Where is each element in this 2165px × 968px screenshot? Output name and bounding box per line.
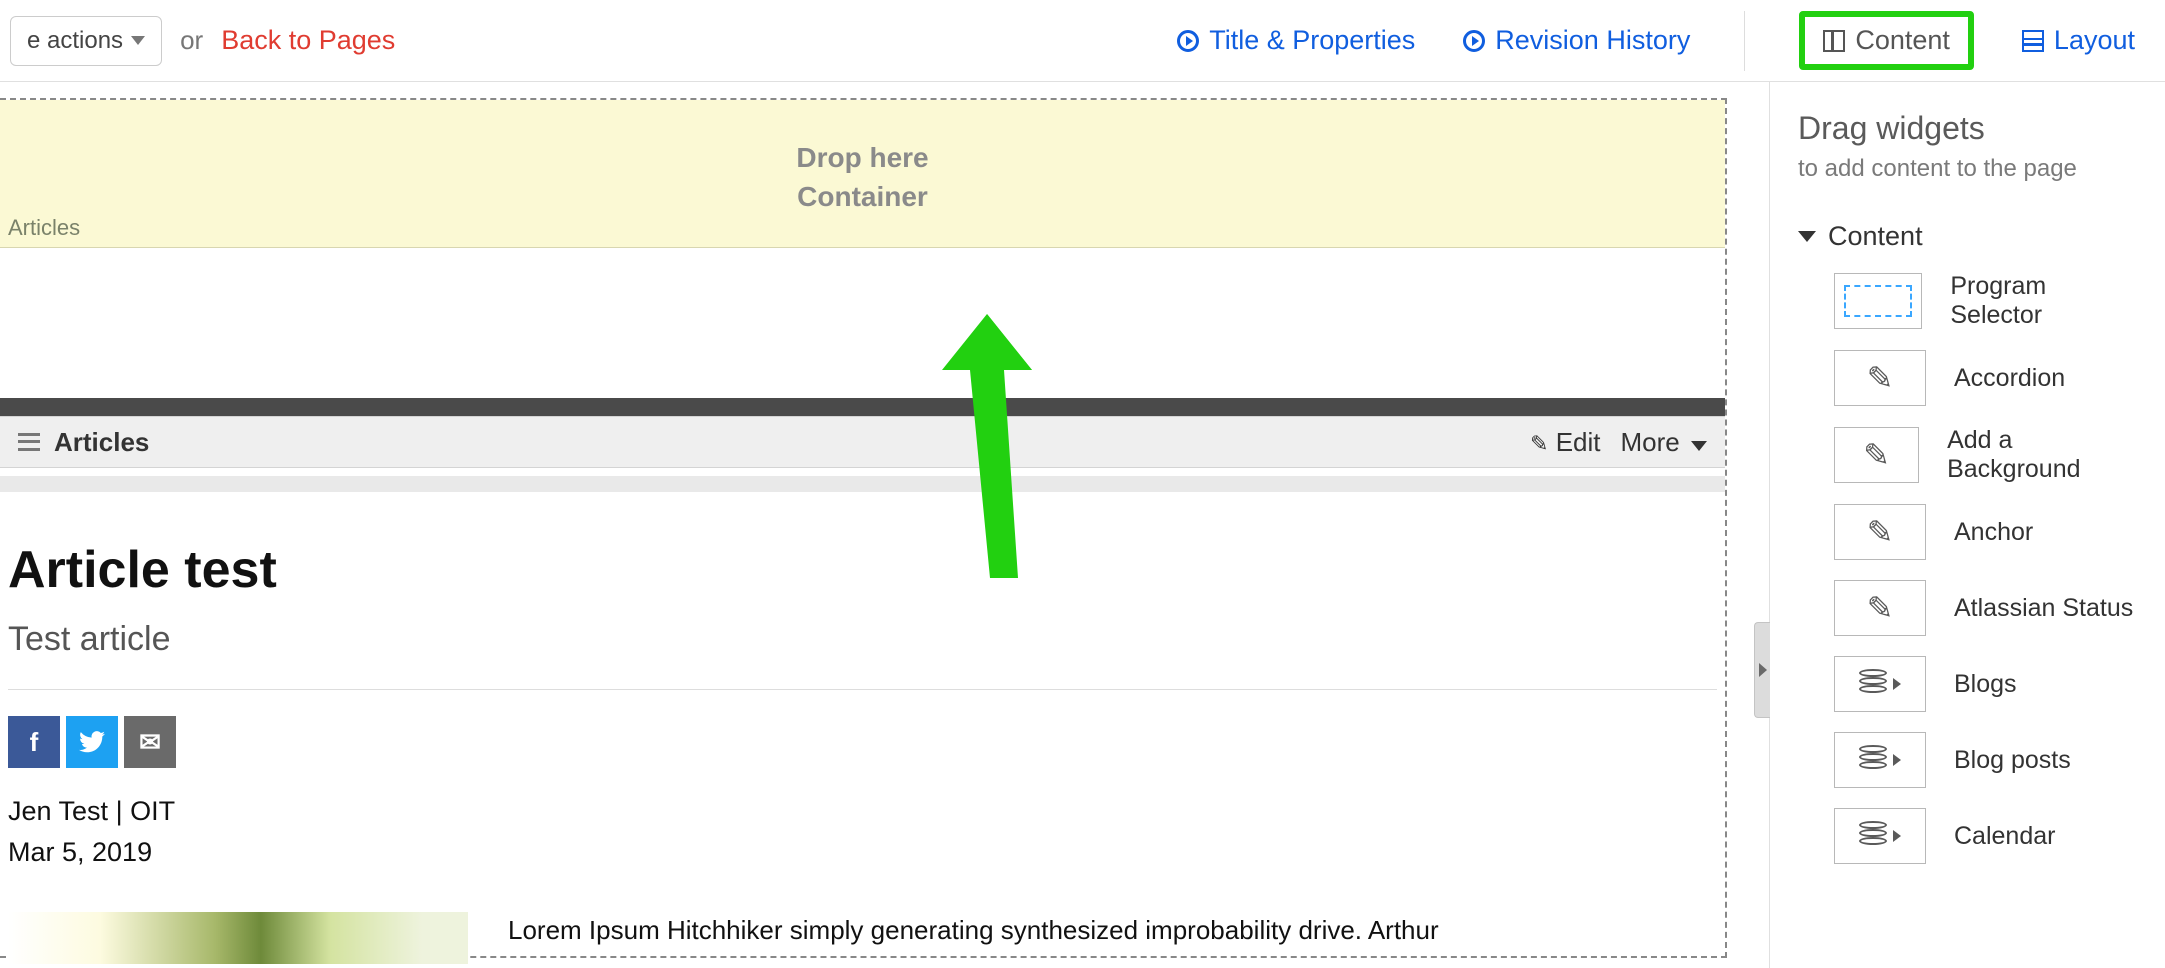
articles-widget-header: Articles ✎ Edit More: [0, 416, 1725, 468]
article-body-text: Lorem Ipsum Hitchhiker simply generating…: [508, 912, 1439, 948]
edit-widget-button[interactable]: ✎ Edit: [1530, 427, 1600, 458]
revision-history-label: Revision History: [1495, 25, 1690, 56]
content-section-label: Content: [1828, 221, 1923, 252]
edit-label: Edit: [1556, 427, 1601, 457]
layout-icon: [2022, 30, 2044, 52]
more-label: More: [1621, 427, 1680, 457]
dropzone-container[interactable]: Drop here Container Articles: [0, 100, 1725, 248]
widget-add-background[interactable]: ✎ Add a Background: [1834, 426, 2137, 484]
share-facebook-button[interactable]: f: [8, 716, 60, 768]
widget-label: Blog posts: [1954, 746, 2071, 775]
widget-label: Add a Background: [1947, 426, 2137, 484]
widget-label: Atlassian Status: [1954, 594, 2133, 623]
article-divider: [8, 689, 1717, 690]
widget-thumb-icon: ✎: [1834, 427, 1919, 483]
content-section-toggle[interactable]: Content: [1798, 221, 2137, 252]
canvas-placeholder[interactable]: Drop here Container Articles Articles ✎ …: [0, 98, 1727, 958]
caret-down-icon: [1798, 231, 1816, 242]
article-preview: Article test Test article f ✉ Jen Test |…: [0, 492, 1725, 964]
collapse-panel-handle[interactable]: [1754, 622, 1770, 718]
drag-handle-icon[interactable]: [18, 433, 40, 451]
content-tab-label: Content: [1855, 25, 1950, 56]
back-to-pages-link[interactable]: Back to Pages: [221, 25, 395, 56]
widget-list: Program Selector ✎ Accordion ✎ Add a Bac…: [1798, 272, 2137, 864]
side-panel-title: Drag widgets: [1798, 110, 2137, 147]
widget-thumb-icon: [1834, 808, 1926, 864]
title-properties-link[interactable]: Title & Properties: [1177, 25, 1415, 56]
article-hero-image: [8, 912, 468, 964]
arrow-circle-right-icon: [1177, 30, 1199, 52]
widget-thumb-icon: [1834, 273, 1922, 329]
widget-thumb-icon: ✎: [1834, 504, 1926, 560]
dropzone-line2: Container: [796, 177, 928, 216]
widget-label: Program Selector: [1950, 272, 2137, 330]
top-toolbar: e actions or Back to Pages Title & Prope…: [0, 0, 2165, 82]
widget-thumb-icon: ✎: [1834, 350, 1926, 406]
dropzone-label: Articles: [8, 215, 80, 241]
articles-widget-title: Articles: [54, 427, 149, 458]
revision-history-link[interactable]: Revision History: [1463, 25, 1690, 56]
article-date: Mar 5, 2019: [8, 837, 1717, 868]
share-buttons: f ✉: [8, 716, 1717, 768]
widget-anchor[interactable]: ✎ Anchor: [1834, 504, 2137, 560]
widget-accordion[interactable]: ✎ Accordion: [1834, 350, 2137, 406]
caret-down-icon: [131, 36, 145, 45]
widget-sub-bar: [0, 476, 1725, 492]
or-separator: or: [180, 25, 203, 56]
widget-thumb-icon: [1834, 732, 1926, 788]
article-byline: Jen Test | OIT: [8, 796, 1717, 827]
main-area: Drop here Container Articles Articles ✎ …: [0, 82, 2165, 968]
share-twitter-button[interactable]: [66, 716, 118, 768]
widget-atlassian-status[interactable]: ✎ Atlassian Status: [1834, 580, 2137, 636]
dropzone-line1: Drop here: [796, 138, 928, 177]
widget-label: Blogs: [1954, 670, 2017, 699]
widget-calendar[interactable]: Calendar: [1834, 808, 2137, 864]
share-email-button[interactable]: ✉: [124, 716, 176, 768]
layout-tab-label: Layout: [2054, 25, 2135, 56]
layout-tab[interactable]: Layout: [2022, 25, 2135, 56]
widget-blog-posts[interactable]: Blog posts: [1834, 732, 2137, 788]
page-actions-label: e actions: [27, 27, 123, 55]
widget-program-selector[interactable]: Program Selector: [1834, 272, 2137, 330]
page-canvas: Drop here Container Articles Articles ✎ …: [0, 82, 1769, 968]
envelope-icon: ✉: [139, 727, 161, 758]
widget-thumb-icon: [1834, 656, 1926, 712]
facebook-icon: f: [30, 727, 39, 758]
widget-label: Accordion: [1954, 364, 2065, 393]
widget-blogs[interactable]: Blogs: [1834, 656, 2137, 712]
page-actions-dropdown[interactable]: e actions: [10, 16, 162, 66]
article-subtitle: Test article: [8, 620, 1717, 659]
widget-thumb-icon: ✎: [1834, 580, 1926, 636]
widget-label: Anchor: [1954, 518, 2033, 547]
caret-down-icon: [1691, 441, 1707, 451]
topbar-right: Title & Properties Revision History Cont…: [1177, 11, 2155, 71]
more-widget-dropdown[interactable]: More: [1621, 427, 1707, 458]
content-panel-icon: [1823, 30, 1845, 52]
side-panel-subtitle: to add content to the page: [1798, 155, 2137, 183]
arrow-circle-right-icon: [1463, 30, 1485, 52]
widget-label: Calendar: [1954, 822, 2055, 851]
dropzone-text: Drop here Container: [796, 138, 928, 216]
pencil-icon: ✎: [1530, 431, 1548, 456]
vertical-separator: [1744, 11, 1745, 71]
title-properties-label: Title & Properties: [1209, 25, 1415, 56]
content-tab[interactable]: Content: [1799, 11, 1974, 70]
widgets-side-panel: Drag widgets to add content to the page …: [1769, 82, 2165, 968]
widget-top-accent: [0, 398, 1725, 416]
article-title: Article test: [8, 540, 1717, 600]
twitter-icon: [79, 731, 105, 753]
